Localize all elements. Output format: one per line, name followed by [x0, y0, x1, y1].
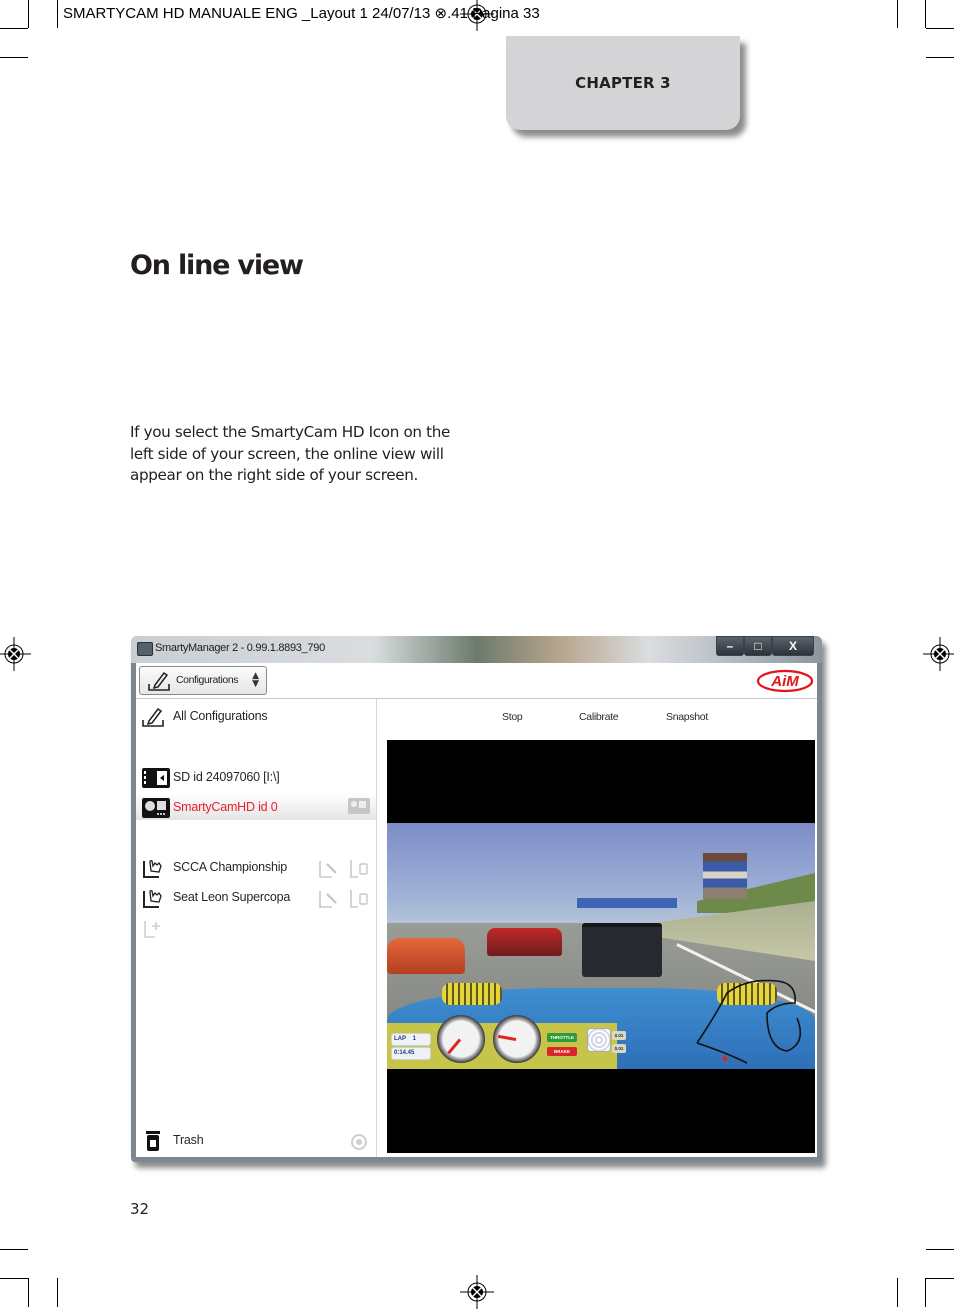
gauge-needle [447, 1038, 462, 1055]
sidebar-item-trash[interactable]: Trash [136, 1127, 376, 1153]
crop-mark [0, 57, 28, 58]
race-car [487, 928, 562, 956]
crop-mark [926, 1249, 954, 1250]
gauge-needle [498, 1034, 517, 1041]
camera-frame: LAP 1 0:14.45 THROTTLE BRAKE 0.01 0.01 [387, 823, 815, 1069]
sd-card-icon [142, 768, 170, 788]
sidebar-item-config[interactable]: SCCA Championship [136, 854, 376, 880]
toolbar: Configurations ▲ ▼ AiM [136, 663, 817, 699]
g-long-value: 0.01 [612, 1044, 626, 1053]
registration-mark-icon [460, 1275, 494, 1309]
smartycam-icon [142, 798, 170, 818]
aim-logo-text: AiM [770, 673, 799, 690]
brake-indicator: BRAKE [547, 1047, 577, 1056]
lap-value: 1 [412, 1036, 417, 1042]
config-touch-icon [143, 890, 162, 908]
device-sidebar: All Configurations SD id 24097060 [I:\] … [136, 699, 377, 1157]
add-config-icon [144, 921, 160, 938]
page-number: 32 [130, 1200, 150, 1218]
grandstand-tower [703, 853, 747, 899]
app-icon [137, 642, 153, 656]
sidebar-item-label: SD id 24097060 [I:\] [173, 770, 280, 784]
maximize-button[interactable]: □ [744, 636, 772, 656]
edit-wrench-icon[interactable] [318, 888, 340, 908]
track-map [696, 979, 802, 1064]
sidebar-item-label: Seat Leon Supercopa [173, 890, 291, 904]
configurations-select[interactable]: Configurations ▲ ▼ [139, 666, 267, 695]
lap-counter: LAP 1 [391, 1033, 431, 1046]
edit-wrench-icon[interactable] [318, 858, 340, 878]
sidebar-item-sd-card[interactable]: SD id 24097060 [I:\] [136, 764, 376, 790]
sidebar-item-smartycam[interactable]: SmartyCamHD id 0 [136, 794, 376, 820]
window-title: SmartyManager 2 - 0.99.1.8893_790 [155, 642, 325, 654]
crop-mark [925, 0, 926, 28]
sidebar-item-label: All Configurations [173, 709, 268, 723]
lap-label: LAP [394, 1036, 406, 1042]
crop-mark [0, 1249, 28, 1250]
registration-mark-icon [923, 637, 954, 671]
crop-mark [925, 1278, 926, 1307]
trash-icon [146, 1131, 160, 1151]
chapter-tab: CHAPTER 3 [506, 36, 740, 130]
sidebar-item-all-configurations[interactable]: All Configurations [136, 703, 376, 729]
page-title: On line view [130, 250, 304, 281]
stop-button[interactable]: Stop [502, 711, 523, 723]
track-position-marker [722, 1056, 728, 1062]
config-touch-icon [143, 860, 162, 878]
pen-icon [148, 671, 170, 691]
g-force-target [587, 1028, 611, 1052]
live-video-view: LAP 1 0:14.45 THROTTLE BRAKE 0.01 0.01 [387, 740, 815, 1153]
pen-icon [142, 707, 164, 727]
minimize-button[interactable]: – [716, 636, 744, 656]
window-client-area: Configurations ▲ ▼ AiM All Configurations… [136, 663, 817, 1157]
empty-trash-icon[interactable] [348, 1131, 370, 1151]
aim-logo: AiM [756, 669, 814, 693]
g-lat-value: 0.01 [612, 1031, 626, 1040]
crop-mark [0, 1278, 28, 1279]
race-car [387, 938, 465, 974]
crop-mark [57, 1278, 58, 1307]
delete-icon[interactable] [348, 888, 370, 908]
rpm-gauge [493, 1015, 541, 1063]
bridge [577, 898, 677, 908]
crop-mark [0, 28, 28, 29]
sidebar-item-label: SCCA Championship [173, 860, 288, 874]
sidebar-item-label: Trash [173, 1133, 204, 1147]
crop-mark [897, 1278, 898, 1307]
body-paragraph: If you select the SmartyCam HD Icon on t… [130, 423, 451, 484]
crop-mark [57, 0, 58, 28]
add-configuration-button[interactable] [136, 914, 376, 940]
online-view-pane: Stop Calibrate Snapshot LAP 1 0:14.45 TH… [378, 699, 817, 1157]
delete-icon[interactable] [348, 858, 370, 878]
lap-time: 0:14.45 [391, 1047, 431, 1060]
crop-mark [28, 0, 29, 28]
crop-mark [28, 1278, 29, 1307]
registration-mark-icon [0, 637, 31, 671]
crop-mark [926, 57, 954, 58]
race-car [582, 923, 662, 977]
sidebar-item-config[interactable]: Seat Leon Supercopa [136, 884, 376, 910]
app-window-screenshot: SmartyManager 2 - 0.99.1.8893_790 – □ X … [131, 636, 822, 1162]
updown-arrows-icon: ▲ ▼ [252, 671, 259, 689]
device-settings-icon[interactable] [348, 798, 370, 814]
sidebar-item-label: SmartyCamHD id 0 [173, 800, 278, 814]
snapshot-button[interactable]: Snapshot [666, 711, 708, 723]
print-slug: SMARTYCAM HD MANUALE ENG _Layout 1 24/07… [63, 5, 540, 22]
crop-mark [926, 1278, 954, 1279]
configurations-select-value: Configurations [176, 674, 239, 686]
chapter-label: CHAPTER 3 [575, 74, 671, 92]
window-titlebar: SmartyManager 2 - 0.99.1.8893_790 – □ X [131, 636, 822, 663]
throttle-indicator: THROTTLE [547, 1033, 577, 1042]
crop-mark [926, 28, 954, 29]
close-button[interactable]: X [772, 636, 814, 656]
speed-gauge [437, 1015, 485, 1063]
calibrate-button[interactable]: Calibrate [579, 711, 619, 723]
cockpit-vent [442, 983, 502, 1005]
crop-mark [897, 0, 898, 28]
